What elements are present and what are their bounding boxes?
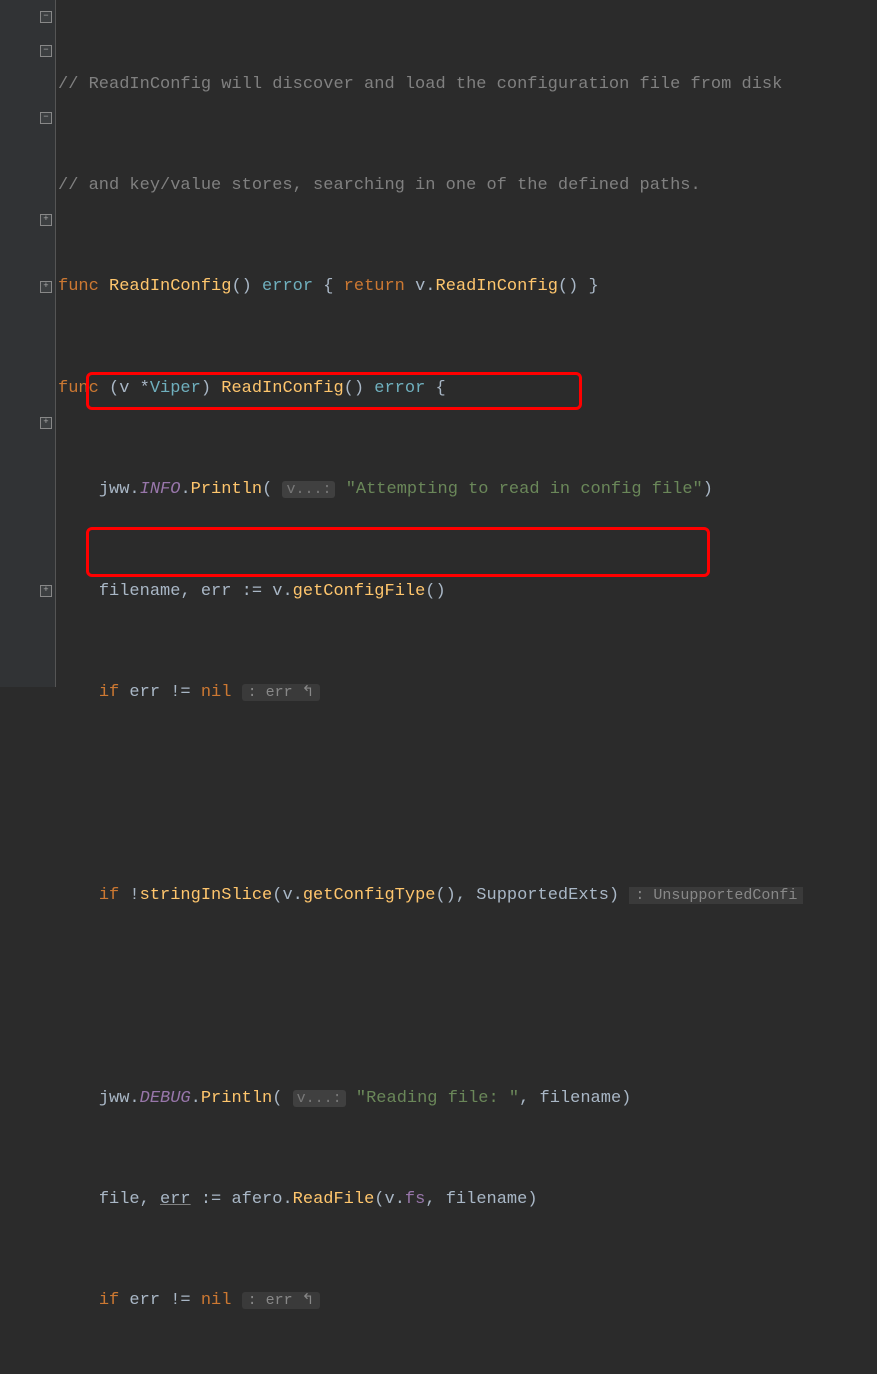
fold-minus-icon[interactable]: − xyxy=(40,112,52,124)
field-fs: fs xyxy=(405,1190,425,1209)
comment-line: // and key/value stores, searching in on… xyxy=(58,176,701,195)
string-literal: "Attempting to read in config file" xyxy=(346,480,703,499)
folded-block[interactable]: : err ↰ xyxy=(242,1292,321,1309)
comment-line: // ReadInConfig will discover and load t… xyxy=(58,75,782,94)
fold-plus-icon[interactable]: + xyxy=(40,214,52,226)
method-getconfigfile: getConfigFile xyxy=(293,582,426,601)
func-name: ReadInConfig xyxy=(109,277,231,296)
param-hint: v...: xyxy=(282,481,335,498)
fold-plus-icon[interactable]: + xyxy=(40,281,52,293)
func-stringinslice: stringInSlice xyxy=(140,886,273,905)
fold-plus-icon[interactable]: + xyxy=(40,417,52,429)
const-info: INFO xyxy=(140,480,181,499)
fold-minus-icon[interactable]: − xyxy=(40,45,52,57)
type-viper: Viper xyxy=(150,379,201,398)
code-editor[interactable]: // ReadInConfig will discover and load t… xyxy=(58,0,803,1374)
fold-minus-icon[interactable]: − xyxy=(40,11,52,23)
folded-block[interactable]: : UnsupportedConfi xyxy=(629,887,803,904)
fold-plus-icon[interactable]: + xyxy=(40,585,52,597)
keyword-func: func xyxy=(58,277,99,296)
type-error: error xyxy=(262,277,313,296)
const-debug: DEBUG xyxy=(140,1089,191,1108)
ident-supportedexts: SupportedExts xyxy=(476,886,609,905)
gutter: − − − + + + + xyxy=(0,0,56,687)
param-hint: v...: xyxy=(293,1090,346,1107)
keyword-return: return xyxy=(344,277,405,296)
folded-block[interactable]: : err ↰ xyxy=(242,684,321,701)
func-readfile: ReadFile xyxy=(293,1190,375,1209)
